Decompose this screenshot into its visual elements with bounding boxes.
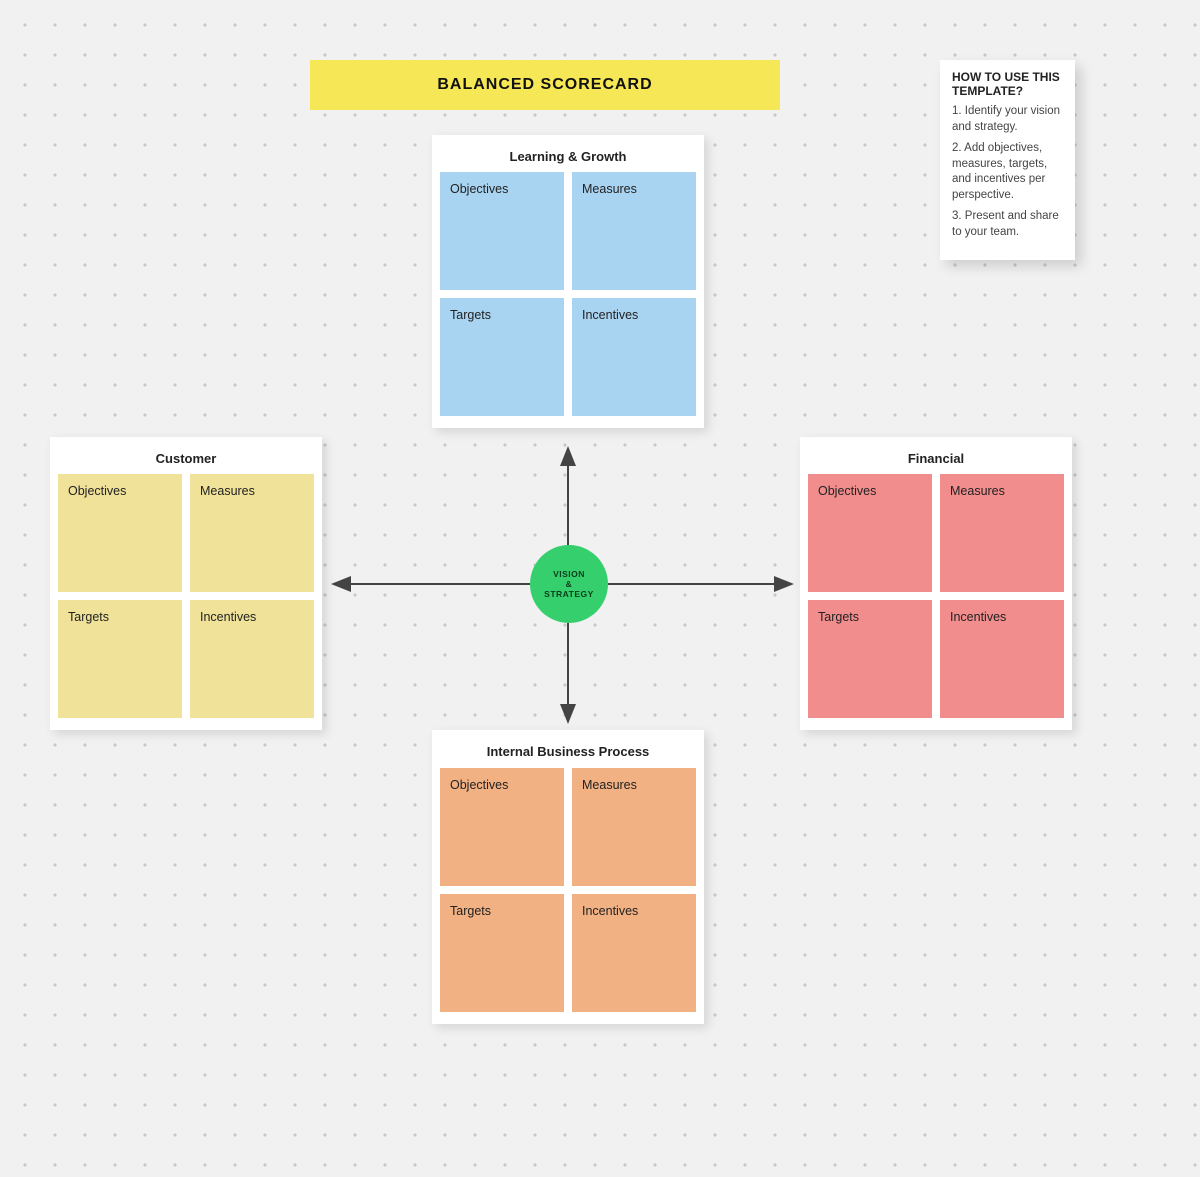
- vision-strategy-text: VISION & STRATEGY: [544, 569, 594, 600]
- center-line1: VISION: [553, 569, 585, 579]
- panel-customer-grid: Objectives Measures Targets Incentives: [58, 474, 314, 718]
- panel-financial-grid: Objectives Measures Targets Incentives: [808, 474, 1064, 718]
- cell-objectives[interactable]: Objectives: [808, 474, 932, 592]
- cell-targets[interactable]: Targets: [440, 894, 564, 1012]
- panel-internal-business-process-grid: Objectives Measures Targets Incentives: [440, 768, 696, 1012]
- panel-financial[interactable]: Financial Objectives Measures Targets In…: [800, 437, 1072, 730]
- cell-measures[interactable]: Measures: [572, 768, 696, 886]
- cell-objectives[interactable]: Objectives: [58, 474, 182, 592]
- cell-incentives[interactable]: Incentives: [572, 298, 696, 416]
- panel-customer[interactable]: Customer Objectives Measures Targets Inc…: [50, 437, 322, 730]
- cell-targets[interactable]: Targets: [808, 600, 932, 718]
- vision-strategy-circle[interactable]: VISION & STRATEGY: [530, 545, 608, 623]
- cell-incentives[interactable]: Incentives: [572, 894, 696, 1012]
- help-title: HOW TO USE THIS TEMPLATE?: [952, 70, 1063, 98]
- panel-internal-business-process[interactable]: Internal Business Process Objectives Mea…: [432, 730, 704, 1024]
- cell-incentives[interactable]: Incentives: [940, 600, 1064, 718]
- center-line3: STRATEGY: [544, 589, 594, 599]
- panel-customer-title: Customer: [58, 445, 314, 474]
- cell-objectives[interactable]: Objectives: [440, 172, 564, 290]
- cell-measures[interactable]: Measures: [190, 474, 314, 592]
- cell-objectives[interactable]: Objectives: [440, 768, 564, 886]
- cell-measures[interactable]: Measures: [572, 172, 696, 290]
- title-text: BALANCED SCORECARD: [437, 76, 652, 94]
- help-step-1: 1. Identify your vision and strategy.: [952, 104, 1063, 135]
- panel-internal-business-process-title: Internal Business Process: [440, 738, 696, 768]
- help-step-2: 2. Add objectives, measures, targets, an…: [952, 141, 1063, 203]
- help-card[interactable]: HOW TO USE THIS TEMPLATE? 1. Identify yo…: [940, 60, 1075, 260]
- cell-measures[interactable]: Measures: [940, 474, 1064, 592]
- panel-learning-growth[interactable]: Learning & Growth Objectives Measures Ta…: [432, 135, 704, 428]
- cell-targets[interactable]: Targets: [440, 298, 564, 416]
- help-step-3: 3. Present and share to your team.: [952, 209, 1063, 240]
- center-line2: &: [566, 579, 573, 589]
- panel-learning-growth-title: Learning & Growth: [440, 143, 696, 172]
- cell-targets[interactable]: Targets: [58, 600, 182, 718]
- panel-financial-title: Financial: [808, 445, 1064, 474]
- title-bar: BALANCED SCORECARD: [310, 60, 780, 110]
- cell-incentives[interactable]: Incentives: [190, 600, 314, 718]
- panel-learning-growth-grid: Objectives Measures Targets Incentives: [440, 172, 696, 416]
